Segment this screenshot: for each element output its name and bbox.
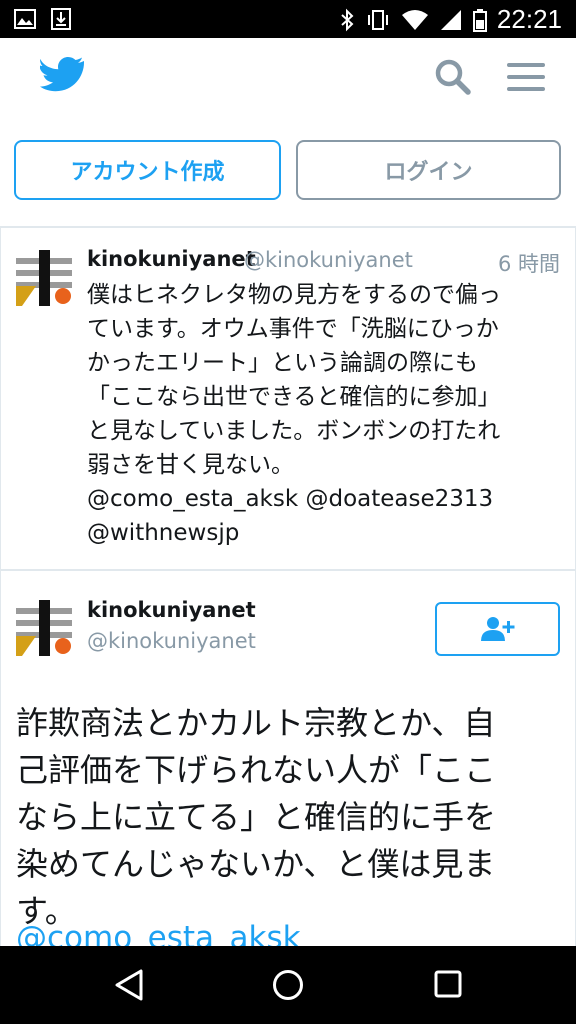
wifi-icon: [401, 9, 428, 30]
tweet-text-line: 己評価を下げられない人が「ここ: [16, 751, 497, 789]
timeline-border-left: [0, 226, 1, 946]
tweet-text-line: 詐欺商法とかカルト宗教とか、自: [16, 704, 496, 742]
image-notification-icon: [14, 9, 36, 29]
signup-button[interactable]: アカウント作成: [14, 140, 281, 200]
tweet-timestamp[interactable]: 6 時間: [498, 248, 560, 278]
tweet-text-line: 弱さを甘く見ない。: [87, 452, 294, 478]
recent-apps-icon[interactable]: [434, 970, 462, 998]
download-notification-icon: [51, 8, 71, 30]
tweet-author-name[interactable]: kinokuniyanet: [87, 247, 256, 271]
tweet-text-line: 「ここなら出世できると確信的に参加」: [87, 384, 501, 410]
login-button[interactable]: ログイン: [296, 140, 561, 200]
tweet-text-line: と見なしていました。ボンボンの打たれ: [87, 418, 501, 444]
system-nav-bar: [0, 946, 576, 1024]
tweet-text-line: かったエリート」という論調の際にも: [87, 350, 478, 376]
tweet-mentions[interactable]: @como_esta_aksk @doatease2313: [87, 482, 557, 516]
twitter-bird-icon[interactable]: [40, 54, 84, 94]
cell-signal-icon: [440, 9, 461, 30]
vibrate-icon: [367, 9, 388, 30]
tweet-mentions[interactable]: @withnewsjp: [87, 516, 557, 550]
back-icon[interactable]: [114, 968, 144, 1002]
tweet-text-line: 染めてんじゃないか、と僕は見ま: [16, 845, 496, 883]
battery-icon: [472, 8, 487, 32]
home-icon[interactable]: [272, 969, 304, 1001]
tweet-text: 詐欺商法とかカルト宗教とか、自 己評価を下げられない人が「ここ なら上に立てる」…: [16, 700, 561, 935]
follow-button[interactable]: [435, 602, 560, 656]
tweet-text: 僕はヒネクレタ物の見方をするので偏っ ています。オウム事件で「洗脳にひっか かっ…: [87, 278, 557, 550]
add-user-icon: [480, 617, 514, 641]
avatar[interactable]: [16, 600, 72, 656]
tweet-text-line: 僕はヒネクレタ物の見方をするので偏っ: [87, 282, 501, 308]
bluetooth-icon: [341, 8, 354, 31]
divider: [0, 226, 576, 228]
avatar[interactable]: [16, 250, 72, 306]
tweet-text-line: なら上に立てる」と確信的に手を: [16, 798, 497, 836]
search-icon[interactable]: [434, 58, 472, 96]
clock: 22:21: [496, 4, 562, 34]
tweet-author-handle[interactable]: @kinokuniyanet: [244, 248, 413, 272]
app-header: [0, 38, 576, 122]
hamburger-menu-icon[interactable]: [506, 60, 546, 94]
status-bar: 22:21: [0, 0, 576, 38]
tweet-text-line: ています。オウム事件で「洗脳にひっか: [87, 316, 499, 342]
tweet-author-handle[interactable]: @kinokuniyanet: [87, 629, 256, 653]
divider: [0, 569, 576, 571]
tweet-author-name[interactable]: kinokuniyanet: [87, 598, 256, 622]
